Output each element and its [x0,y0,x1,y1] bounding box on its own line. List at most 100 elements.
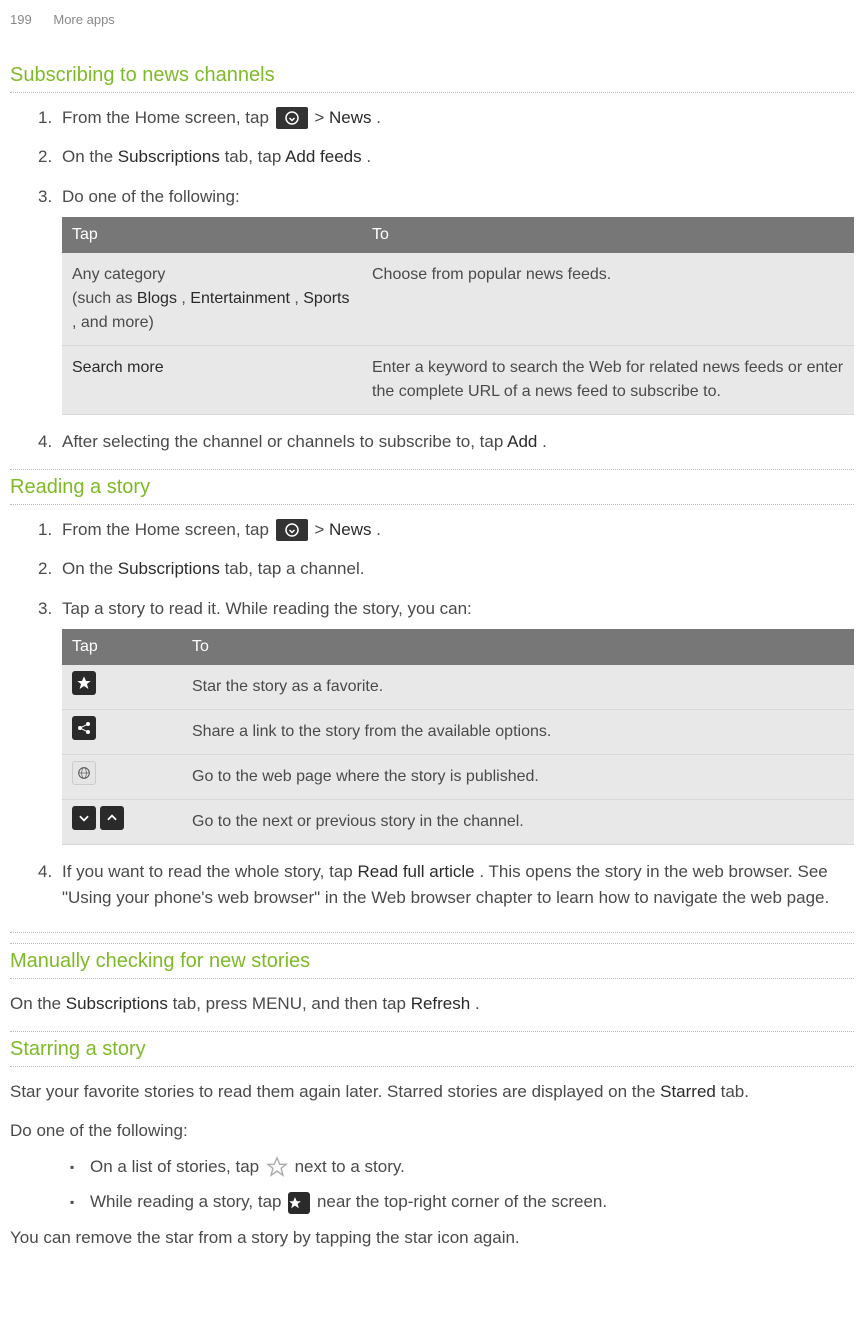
step-3: 3. Tap a story to read it. While reading… [38,596,854,846]
chevron-up-icon [100,806,124,830]
tab-name: Subscriptions [118,559,220,578]
th-tap: Tap [62,217,362,253]
do-one-following: Do one of the following: [10,1118,854,1144]
cell-icon [62,755,182,800]
step-2: 2. On the Subscriptions tab, tap a chann… [38,556,854,582]
step-number: 3. [38,596,52,622]
step-text-part: On the [62,559,118,578]
step-text-part: tab, tap a channel. [225,559,365,578]
action-name: Refresh [411,994,471,1013]
star-outline-icon [266,1156,288,1178]
cell-description: Go to the web page where the story is pu… [182,755,854,800]
cell-text-part: , and more) [72,314,154,331]
heading-starring: Starring a story [10,1031,854,1067]
heading-reading: Reading a story [10,469,854,505]
step-number: 1. [38,517,52,543]
th-to: To [182,629,854,665]
action-name: Read full article [357,862,474,881]
cell-description: Enter a keyword to search the Web for re… [362,346,854,415]
list-item: On a list of stories, tap next to a stor… [70,1154,854,1180]
step-4: 4. After selecting the channel or channe… [38,429,854,455]
step-2: 2. On the Subscriptions tab, tap Add fee… [38,144,854,170]
step-text-part: On the [62,147,118,166]
starring-options: On a list of stories, tap next to a stor… [10,1154,854,1215]
cell-text-part: , [294,290,303,307]
th-tap: Tap [62,629,182,665]
star-favorite-icon [72,671,96,695]
step-text-part: > [314,520,329,539]
step-number: 4. [38,859,52,885]
table-row: Go to the next or previous story in the … [62,800,854,845]
step-3: 3. Do one of the following: Tap To Any c… [38,184,854,416]
cell-text-part: , [181,290,190,307]
heading-manual-check: Manually checking for new stories [10,943,854,979]
home-apps-icon [276,107,308,129]
step-text: Do one of the following: [62,187,240,206]
cell-icon [62,710,182,755]
text-part: tab. [721,1082,749,1101]
star-filled-icon [288,1192,310,1214]
step-1: 1. From the Home screen, tap > News . [38,105,854,131]
heading-subscribing: Subscribing to news channels [10,58,854,93]
table-row: Search more Enter a keyword to search th… [62,346,854,415]
step-text-part: . [376,520,381,539]
category-name: Sports [303,290,349,307]
share-icon [72,716,96,740]
table-row: Go to the web page where the story is pu… [62,755,854,800]
step-text-part: After selecting the channel or channels … [62,432,507,451]
text-part: On the [10,994,66,1013]
table-row: Share a link to the story from the avail… [62,710,854,755]
action-name: Add [507,432,537,451]
step-text-part: From the Home screen, tap [62,520,274,539]
section-divider [10,932,854,933]
cell-description: Go to the next or previous story in the … [182,800,854,845]
step-text-part: > [314,108,329,127]
step-text-part: . [376,108,381,127]
step-number: 1. [38,105,52,131]
cell-description: Choose from popular news feeds. [362,253,854,346]
step-number: 3. [38,184,52,210]
text-part: . [475,994,480,1013]
step-number: 2. [38,144,52,170]
cell-icon [62,665,182,710]
category-name: Blogs [137,290,177,307]
text-part: tab, press MENU, and then tap [173,994,411,1013]
table-row: Star the story as a favorite. [62,665,854,710]
cell-description: Star the story as a favorite. [182,665,854,710]
starring-remove-note: You can remove the star from a story by … [10,1225,854,1251]
tap-to-table-2: Tap To Star the story as a favorite. [62,629,854,845]
step-1: 1. From the Home screen, tap > News . [38,517,854,543]
text-part: While reading a story, tap [90,1192,286,1211]
category-name: Entertainment [190,290,290,307]
subscribing-steps: 1. From the Home screen, tap > News . 2.… [10,105,854,455]
list-item: While reading a story, tap near the top-… [70,1189,854,1215]
step-number: 2. [38,556,52,582]
step-text-part: If you want to read the whole story, tap [62,862,357,881]
starring-intro: Star your favorite stories to read them … [10,1079,854,1105]
text-part: Star your favorite stories to read them … [10,1082,660,1101]
step-text-part: From the Home screen, tap [62,108,274,127]
step-text-part: . [542,432,547,451]
tap-to-table-1: Tap To Any category (such as Blogs , Ent… [62,217,854,415]
cell-text-part: Any category [72,266,165,283]
cell-description: Share a link to the story from the avail… [182,710,854,755]
step-number: 4. [38,429,52,455]
text-part: near the top-right corner of the screen. [317,1192,607,1211]
action-name: Add feeds [285,147,362,166]
page-header: 199 More apps [10,10,854,30]
th-to: To [362,217,854,253]
section-title: More apps [53,12,114,27]
table-row: Any category (such as Blogs , Entertainm… [62,253,854,346]
step-4: 4. If you want to read the whole story, … [38,859,854,910]
step-text-part: tab, tap [225,147,286,166]
cell-icon [62,800,182,845]
chevron-down-icon [72,806,96,830]
text-part: next to a story. [295,1157,405,1176]
app-name: News [329,520,372,539]
tab-name: Starred [660,1082,716,1101]
reading-steps: 1. From the Home screen, tap > News . 2.… [10,517,854,911]
cell-text-part: (such as [72,290,137,307]
page-number: 199 [10,12,32,27]
cell-search-more: Search more [62,346,362,415]
step-text-part: . [366,147,371,166]
